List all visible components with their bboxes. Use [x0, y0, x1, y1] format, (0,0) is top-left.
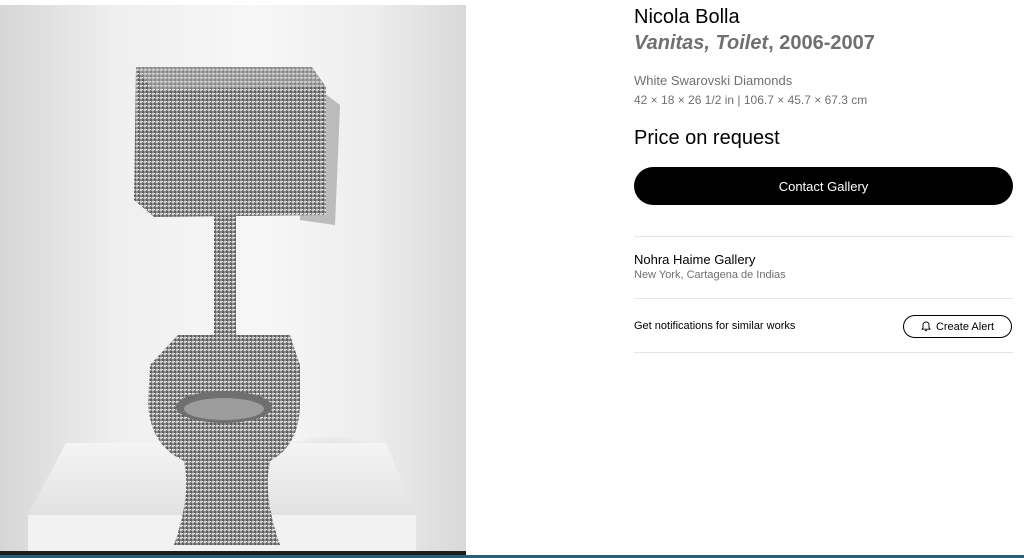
- divider: [634, 298, 1013, 299]
- contact-gallery-button[interactable]: Contact Gallery: [634, 167, 1013, 205]
- artwork-medium: White Swarovski Diamonds: [634, 73, 793, 88]
- gallery-location: New York, Cartagena de Indias: [634, 269, 786, 281]
- artwork-title-line: Vanitas, Toilet, 2006-2007: [634, 32, 875, 55]
- artwork-image[interactable]: [0, 5, 466, 558]
- create-alert-label: Create Alert: [935, 320, 995, 333]
- artwork-title: Vanitas, Toilet: [634, 32, 769, 54]
- artist-name[interactable]: Nicola Bolla: [634, 6, 740, 29]
- artwork-photo-illustration: [0, 67, 466, 558]
- artwork-page: Nicola Bolla Vanitas, Toilet, 2006-2007 …: [0, 0, 1024, 558]
- divider: [634, 352, 1013, 353]
- artwork-dimensions: 42 × 18 × 26 1/2 in | 106.7 × 45.7 × 67.…: [634, 93, 868, 107]
- artwork-year: 2006-2007: [773, 32, 875, 54]
- gallery-name-link[interactable]: Nohra Haime Gallery: [634, 252, 755, 267]
- bell-icon: [921, 321, 931, 332]
- create-alert-button[interactable]: Create Alert: [903, 315, 1012, 338]
- price-label: Price on request: [634, 127, 780, 149]
- similar-works-notification-text: Get notifications for similar works: [634, 320, 796, 332]
- divider: [634, 236, 1013, 237]
